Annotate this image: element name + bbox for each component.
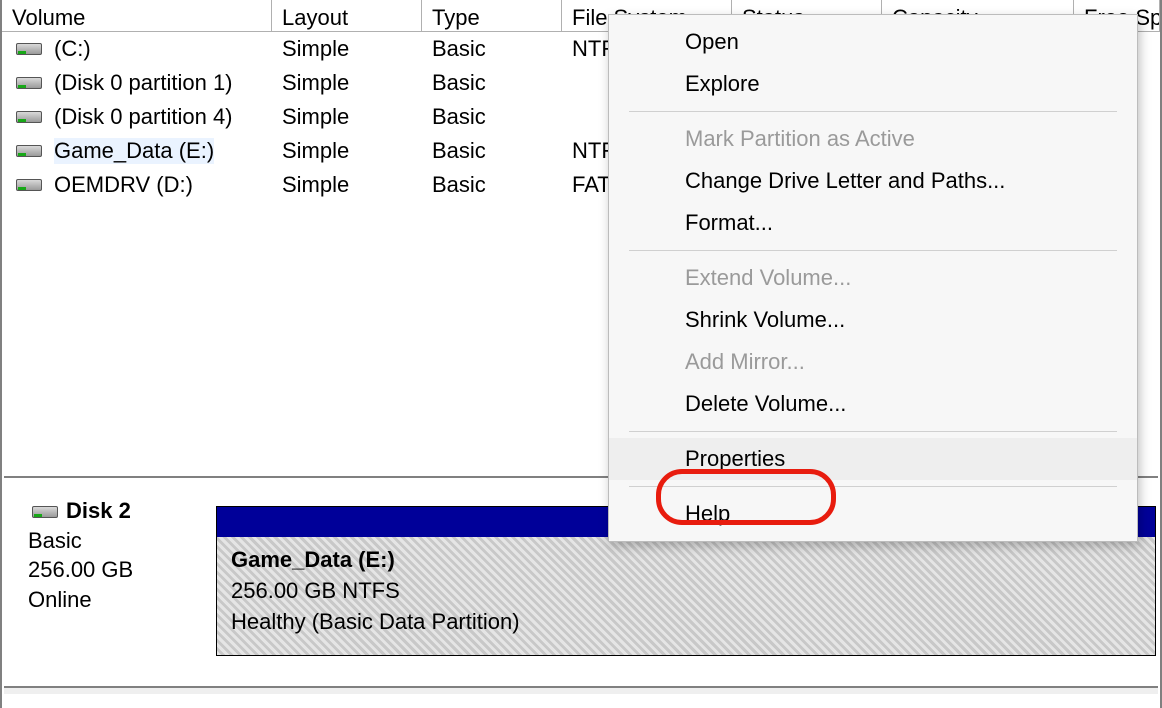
volume-type: Basic — [422, 138, 562, 164]
volume-type: Basic — [422, 172, 562, 198]
volume-layout: Simple — [272, 36, 422, 62]
disk-type: Basic — [28, 526, 206, 556]
drive-icon — [16, 179, 42, 191]
column-header-volume[interactable]: Volume — [2, 0, 272, 31]
volume-layout: Simple — [272, 70, 422, 96]
disk-meta[interactable]: Disk 2 Basic 256.00 GB Online — [4, 478, 216, 656]
volume-layout: Simple — [272, 172, 422, 198]
drive-icon — [16, 145, 42, 157]
disk-status: Online — [28, 585, 206, 615]
volume-name: OEMDRV (D:) — [54, 172, 193, 198]
menu-separator — [629, 486, 1117, 487]
context-menu: Open Explore Mark Partition as Active Ch… — [608, 14, 1138, 542]
pane-separator[interactable] — [4, 686, 1158, 694]
disk-management-window: Volume Layout Type File System Status Ca… — [0, 0, 1162, 708]
disk-icon — [32, 506, 58, 518]
drive-icon — [16, 111, 42, 123]
menu-item-open[interactable]: Open — [609, 21, 1137, 63]
menu-item-explore[interactable]: Explore — [609, 63, 1137, 105]
menu-separator — [629, 111, 1117, 112]
volume-type: Basic — [422, 70, 562, 96]
disk-volume-status: Healthy (Basic Data Partition) — [231, 607, 1141, 638]
menu-item-delete[interactable]: Delete Volume... — [609, 383, 1137, 425]
disk-volume-name: Game_Data (E:) — [231, 545, 1141, 576]
menu-item-extend: Extend Volume... — [609, 257, 1137, 299]
volume-name: (Disk 0 partition 4) — [54, 104, 233, 130]
volume-layout: Simple — [272, 138, 422, 164]
menu-item-format[interactable]: Format... — [609, 202, 1137, 244]
volume-type: Basic — [422, 36, 562, 62]
volume-name: Game_Data (E:) — [54, 138, 214, 164]
menu-item-change-letter[interactable]: Change Drive Letter and Paths... — [609, 160, 1137, 202]
menu-separator — [629, 250, 1117, 251]
menu-separator — [629, 431, 1117, 432]
disk-title: Disk 2 — [66, 498, 131, 523]
menu-item-mark-active: Mark Partition as Active — [609, 118, 1137, 160]
volume-layout: Simple — [272, 104, 422, 130]
volume-type: Basic — [422, 104, 562, 130]
drive-icon — [16, 43, 42, 55]
drive-icon — [16, 77, 42, 89]
menu-item-shrink[interactable]: Shrink Volume... — [609, 299, 1137, 341]
column-header-type[interactable]: Type — [422, 0, 562, 31]
disk-volume-size: 256.00 GB NTFS — [231, 576, 1141, 607]
volume-name: (C:) — [54, 36, 91, 62]
disk-capacity: 256.00 GB — [28, 555, 206, 585]
menu-item-add-mirror: Add Mirror... — [609, 341, 1137, 383]
menu-item-help[interactable]: Help — [609, 493, 1137, 535]
volume-name: (Disk 0 partition 1) — [54, 70, 233, 96]
menu-item-properties[interactable]: Properties — [609, 438, 1137, 480]
column-header-layout[interactable]: Layout — [272, 0, 422, 31]
